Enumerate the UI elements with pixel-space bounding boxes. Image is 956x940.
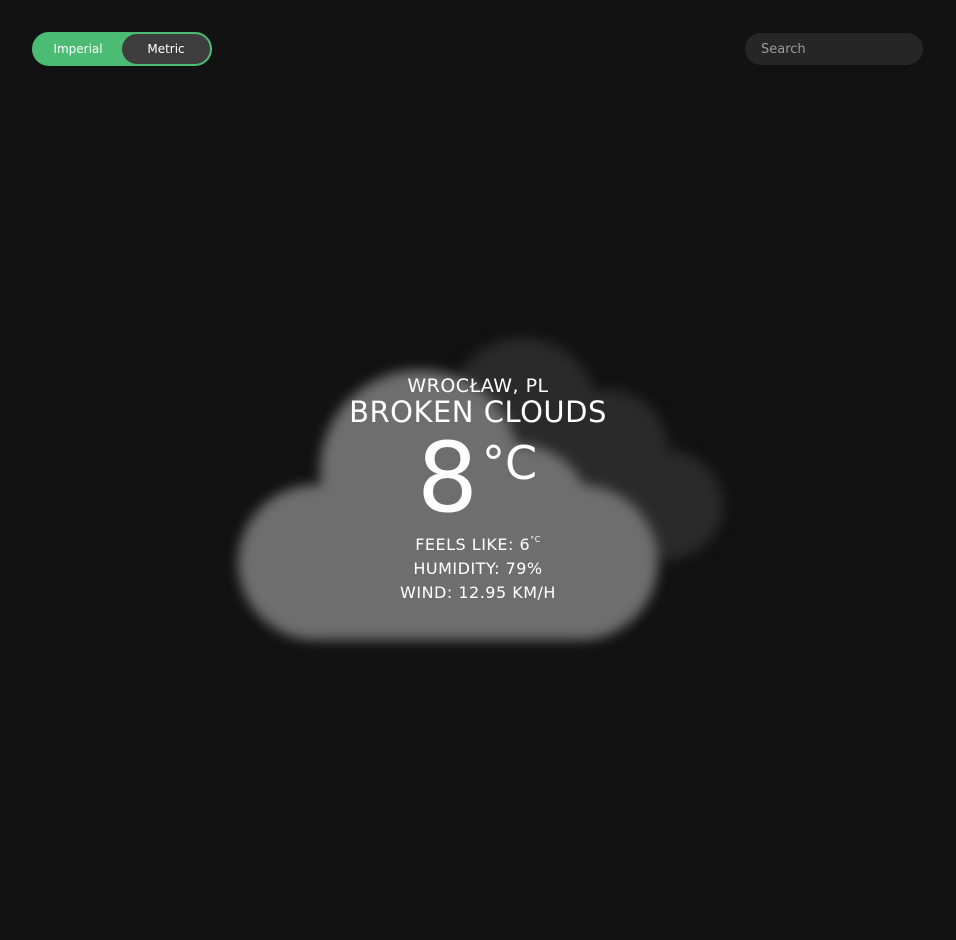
temperature-display: 8 °C [0, 428, 956, 528]
feels-like-label: FEELS LIKE: [415, 535, 520, 554]
feels-like: FEELS LIKE: 6°C [0, 528, 956, 557]
feels-like-value: 6 [519, 535, 531, 554]
weather-summary: WROCŁAW, PL BROKEN CLOUDS 8 °C FEELS LIK… [0, 374, 956, 605]
feels-like-unit: °C [530, 535, 541, 544]
unit-toggle[interactable]: Imperial Metric [32, 32, 212, 66]
search-input[interactable] [745, 33, 923, 65]
unit-option-imperial[interactable]: Imperial [34, 34, 122, 64]
condition-label: BROKEN CLOUDS [349, 395, 607, 429]
unit-option-metric[interactable]: Metric [122, 34, 210, 64]
wind: WIND: 12.95 KM/H [400, 583, 556, 602]
temperature-unit: °C [482, 436, 538, 490]
weather-app: Imperial Metric WROCŁAW, PL BROKEN CLOUD… [0, 0, 956, 940]
humidity: HUMIDITY: 79% [413, 559, 543, 578]
temperature-value: 8 [417, 422, 479, 534]
